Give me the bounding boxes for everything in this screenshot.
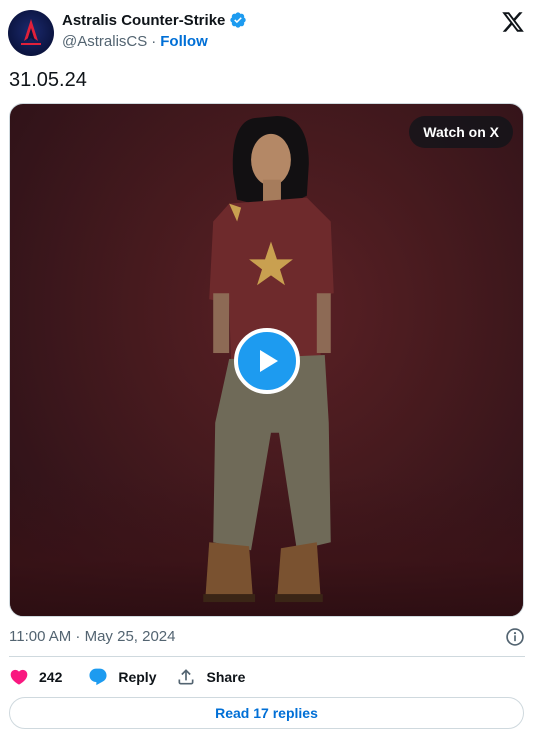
divider (9, 656, 525, 657)
follow-button[interactable]: Follow (160, 33, 208, 50)
play-icon (260, 350, 278, 372)
reply-bubble-icon (89, 668, 107, 686)
x-logo-icon[interactable] (501, 10, 525, 34)
tweet-header: Astralis Counter-Strike @AstralisCS · Fo… (8, 6, 529, 56)
handle-row: @AstralisCS · Follow (62, 33, 208, 50)
read-replies-button[interactable]: Read 17 replies (9, 697, 524, 729)
tweet-meta: 11:00 AM · May 25, 2024 (9, 627, 525, 647)
handle[interactable]: @AstralisCS (62, 33, 147, 50)
verified-badge-icon (230, 12, 247, 28)
share-button[interactable]: Share (176, 667, 245, 687)
watch-on-x-button[interactable]: Watch on X (409, 116, 513, 148)
share-upload-icon (178, 669, 194, 685)
play-button[interactable] (234, 328, 300, 394)
reply-label: Reply (118, 669, 157, 685)
astralis-logo-icon (21, 19, 41, 45)
avatar[interactable] (8, 10, 54, 56)
heart-icon (10, 669, 28, 685)
tweet-text: 31.05.24 (9, 69, 87, 91)
separator: · (151, 33, 157, 50)
info-icon[interactable] (505, 627, 525, 647)
action-bar: 242 Reply Share (9, 666, 265, 688)
share-label: Share (206, 669, 246, 685)
timestamp[interactable]: 11:00 AM · May 25, 2024 (9, 628, 176, 645)
name-row: Astralis Counter-Strike (62, 11, 247, 29)
reply-button[interactable]: Reply (88, 667, 156, 687)
video-player[interactable]: Watch on X (9, 103, 524, 617)
tweet-embed: Astralis Counter-Strike @AstralisCS · Fo… (0, 0, 537, 735)
like-button[interactable]: 242 (9, 667, 62, 687)
likes-count: 242 (39, 669, 63, 685)
display-name[interactable]: Astralis Counter-Strike (62, 12, 225, 29)
